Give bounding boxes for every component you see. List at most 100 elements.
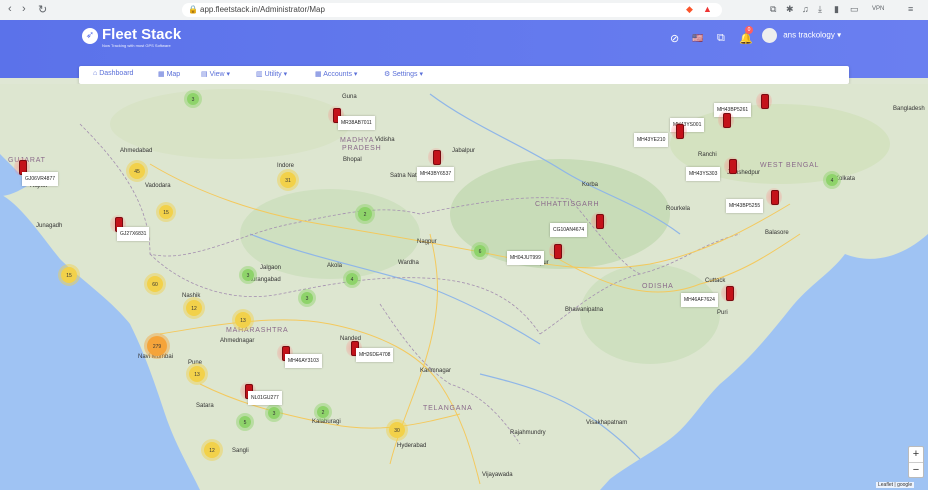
rocket-icon: ➶ <box>82 28 98 44</box>
vehicle-cluster[interactable]: 3 <box>265 404 283 422</box>
sidebar-icon[interactable]: ▮ <box>834 4 839 15</box>
app-tagline: Now Tracking with most GPS Software <box>102 43 171 48</box>
vehicle-plate-label[interactable]: MH04JUT999 <box>507 251 544 265</box>
place-label: Guna <box>342 94 357 100</box>
avatar <box>762 28 777 43</box>
vehicle-marker[interactable] <box>718 111 734 129</box>
vehicle-plate-label[interactable]: MH46AF7624 <box>681 293 718 307</box>
vehicle-cluster[interactable]: 4 <box>343 270 361 288</box>
vpn-button[interactable]: VPN <box>872 6 884 12</box>
vehicle-marker[interactable] <box>591 212 607 230</box>
window-icon[interactable]: ⧉ <box>717 32 725 45</box>
place-label: Vidisha <box>375 137 395 143</box>
place-label: Ahmednagar <box>220 338 254 344</box>
vehicle-plate-label[interactable]: MH43BY6537 <box>417 167 455 181</box>
brave-rewards-icon[interactable]: ▲ <box>703 4 712 14</box>
menu-dashboard[interactable]: ⌂ Dashboard <box>93 70 133 77</box>
zoom-out-button[interactable]: − <box>909 463 923 478</box>
cluster-count: 3 <box>273 411 276 417</box>
place-label: Bangladesh <box>893 106 925 112</box>
vehicle-marker[interactable] <box>428 148 444 166</box>
vehicle-cluster[interactable]: 13 <box>232 309 254 331</box>
menu-settings[interactable]: ⚙ Settings ▾ <box>384 70 423 78</box>
vehicle-cluster[interactable]: 15 <box>156 202 176 222</box>
download-icon[interactable]: ⤓ <box>818 4 822 15</box>
us-flag-icon[interactable]: 🇺🇸 <box>692 33 703 44</box>
menu-map[interactable]: ▦ Map <box>158 70 180 78</box>
user-menu[interactable]: ans trackology ▾ <box>762 28 841 43</box>
vehicle-cluster[interactable]: 12 <box>183 297 205 319</box>
cluster-count: 60 <box>152 282 158 288</box>
place-label: Jalgaon <box>260 265 281 271</box>
wallet-icon[interactable]: ▭ <box>850 4 859 15</box>
vehicle-marker[interactable] <box>549 242 565 260</box>
gear-icon: ⚙ <box>384 71 393 78</box>
vehicle-cluster[interactable]: 279 <box>144 333 170 359</box>
forward-icon[interactable]: › <box>22 3 26 15</box>
refresh-off-icon[interactable]: ⊘ <box>670 32 679 45</box>
vehicle-cluster[interactable]: 4 <box>823 171 841 189</box>
vehicle-cluster[interactable]: 13 <box>186 363 208 385</box>
chevron-down-icon: ▾ <box>417 71 423 78</box>
truck-icon <box>596 214 604 229</box>
accounts-icon: ▦ <box>315 71 324 78</box>
menu-accounts[interactable]: ▦ Accounts ▾ <box>315 70 357 78</box>
vehicle-plate-label[interactable]: GJ06VR4877 <box>22 172 59 186</box>
menu-utility[interactable]: ▥ Utility ▾ <box>256 70 287 78</box>
vehicle-cluster[interactable]: 45 <box>126 160 148 182</box>
extension-icon[interactable]: ⧉ <box>770 4 776 15</box>
back-icon[interactable]: ‹ <box>8 3 12 15</box>
vehicle-marker[interactable] <box>766 188 782 206</box>
vehicle-plate-label[interactable]: MH43BP5255 <box>726 199 764 213</box>
vehicle-marker[interactable] <box>724 157 740 175</box>
cluster-count: 5 <box>244 420 247 426</box>
vehicle-cluster[interactable]: 12 <box>201 439 223 461</box>
vehicle-cluster[interactable]: 3 <box>239 266 257 284</box>
browser-menu-icon[interactable]: ≡ <box>908 4 913 14</box>
vehicle-plate-label[interactable]: GJ27X6831 <box>117 227 150 241</box>
vehicle-marker[interactable] <box>756 92 772 110</box>
zoom-in-button[interactable]: + <box>909 447 923 463</box>
zoom-control: + − <box>908 446 924 478</box>
brave-shield-icon[interactable]: ◆ <box>686 4 693 15</box>
vehicle-plate-label[interactable]: CG10AN4674 <box>550 223 588 237</box>
extensions-puzzle-icon[interactable]: ✱ <box>786 4 794 15</box>
vehicle-plate-label[interactable]: MH46AY3103 <box>285 354 322 368</box>
bell-icon[interactable]: 🔔 <box>739 32 753 45</box>
vehicle-cluster[interactable]: 60 <box>144 273 166 295</box>
cluster-count: 2 <box>322 410 325 416</box>
vehicle-cluster[interactable]: 31 <box>277 169 299 191</box>
vehicle-cluster[interactable]: 3 <box>298 289 316 307</box>
place-label: Nagpur <box>417 239 437 245</box>
media-icon[interactable]: ♫ <box>802 4 809 14</box>
eye-icon: ▤ <box>201 71 210 78</box>
place-label: Puri <box>717 310 728 316</box>
vehicle-marker[interactable] <box>721 284 737 302</box>
place-label: Vijayawada <box>482 472 513 478</box>
cluster-count: 30 <box>394 428 400 434</box>
vehicle-plate-label[interactable]: MH26DE4708 <box>356 348 394 362</box>
map-view[interactable]: GUJARATAhmedabadVadodaraRajkotJunagadhMA… <box>0 84 928 490</box>
vehicle-cluster[interactable]: 3 <box>184 90 202 108</box>
vehicle-cluster[interactable]: 5 <box>236 413 254 431</box>
vehicle-cluster[interactable]: 2 <box>355 204 375 224</box>
vehicle-cluster[interactable]: 6 <box>471 242 489 260</box>
vehicle-marker[interactable] <box>671 122 687 140</box>
vehicle-plate-label[interactable]: NL01GU277 <box>248 391 282 405</box>
tool-icon: ▥ <box>256 71 265 78</box>
truck-icon <box>726 286 734 301</box>
vehicle-plate-label[interactable]: MH43YE210 <box>634 133 669 147</box>
vehicle-cluster[interactable]: 2 <box>314 403 332 421</box>
map-attribution[interactable]: Leaflet | google <box>876 482 915 488</box>
truck-icon <box>761 94 769 109</box>
vehicle-plate-label[interactable]: MH43YS303 <box>686 167 721 181</box>
address-bar[interactable]: 🔒 app.fleetstack.in/Administrator/Map <box>182 3 722 17</box>
lock-icon: 🔒 <box>188 5 198 14</box>
reload-icon[interactable]: ↻ <box>38 3 47 16</box>
cluster-count: 12 <box>209 448 215 454</box>
menu-view[interactable]: ▤ View ▾ <box>201 70 230 78</box>
cluster-count: 4 <box>351 277 354 283</box>
vehicle-plate-label[interactable]: MR38AB7011 <box>338 116 375 130</box>
vehicle-cluster[interactable]: 15 <box>58 264 80 286</box>
vehicle-cluster[interactable]: 30 <box>386 419 408 441</box>
